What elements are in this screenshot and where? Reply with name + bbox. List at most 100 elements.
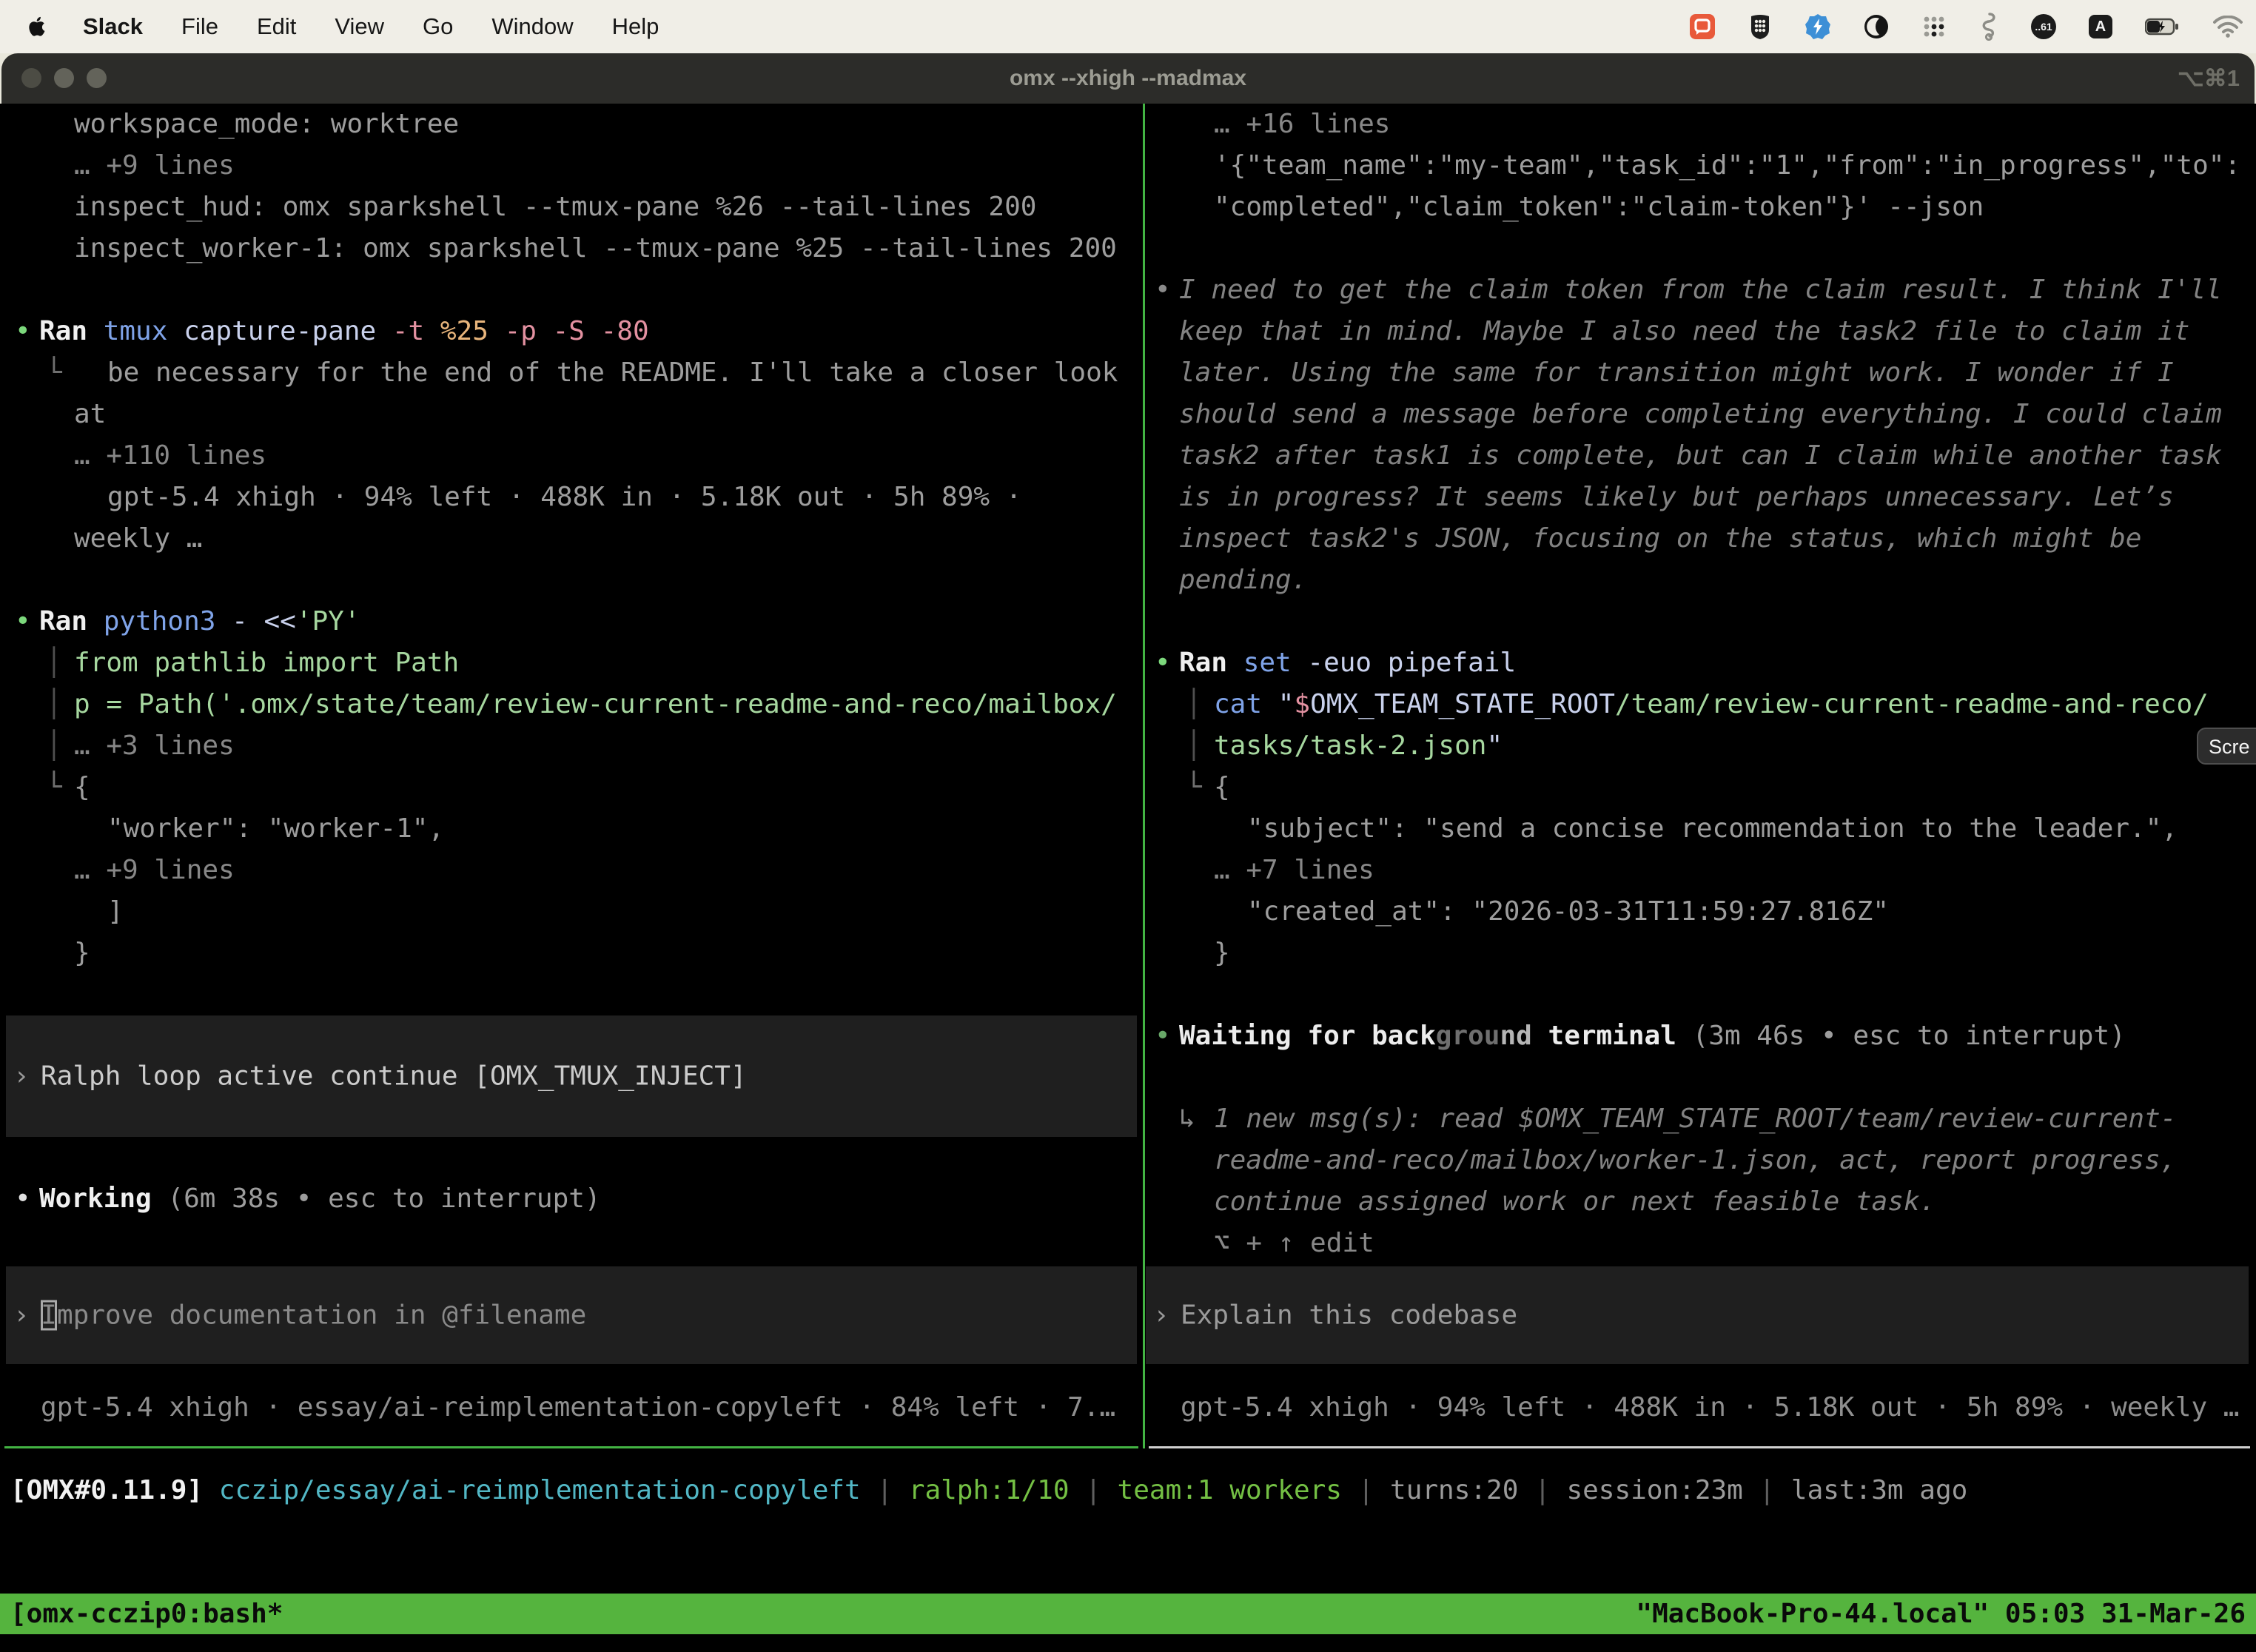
- thinking-line: later. Using the same for transition mig…: [1140, 352, 2256, 394]
- terminal-line: gpt-5.4 xhigh · 94% left · 488K in · 5.1…: [0, 477, 1144, 518]
- terminal-line: … +110 lines: [0, 435, 1144, 477]
- menu-item-view[interactable]: View: [335, 13, 384, 40]
- terminal-line: inspect_worker-1: omx sparkshell --tmux-…: [0, 228, 1144, 269]
- run-bullet-icon: •: [1155, 642, 1171, 684]
- terminal-line: }: [1140, 933, 2256, 974]
- arrow-icon: ↳: [1179, 1098, 1195, 1140]
- timer-badge-icon[interactable]: ..61: [2031, 14, 2056, 39]
- waiting-status-line: • Waiting for background terminal (3m 46…: [1140, 1015, 2256, 1057]
- left-terminal-pane[interactable]: workspace_mode: worktree … +9 lines insp…: [0, 104, 1144, 1448]
- mailbox-message-line: ↳ 1 new msg(s): read $OMX_TEAM_STATE_ROO…: [1140, 1098, 2256, 1140]
- thinking-line: is in progress? It seems likely but perh…: [1140, 477, 2256, 518]
- tree-corner: └: [46, 767, 62, 808]
- window-shortcut-hint: ⌥⌘1: [2178, 53, 2240, 104]
- wifi-icon[interactable]: [2213, 16, 2243, 38]
- thinking-bullet-icon: •: [1155, 269, 1171, 311]
- omx-status-bar: [OMX#0.11.9] cczip/essay/ai-reimplementa…: [0, 1470, 2256, 1511]
- terminal-line: workspace_mode: worktree: [0, 104, 1144, 145]
- tmux-session-name[interactable]: [omx-cczip0:bash*: [10, 1594, 283, 1634]
- squiggle-icon[interactable]: [1979, 13, 1998, 41]
- menu-item-edit[interactable]: Edit: [257, 13, 296, 40]
- menu-item-go[interactable]: Go: [423, 13, 453, 40]
- thinking-line: should send a message before completing …: [1140, 394, 2256, 435]
- thinking-line: • I need to get the claim token from the…: [1140, 269, 2256, 311]
- omx-repo: cczip/essay/ai-reimplementation-copyleft: [219, 1475, 861, 1505]
- run-bullet-icon: •: [15, 601, 31, 642]
- menu-item-help[interactable]: Help: [612, 13, 659, 40]
- edit-hint-line: ⌥ + ↑ edit: [1140, 1223, 2256, 1264]
- dots-grid-icon[interactable]: [1921, 14, 1947, 39]
- tree-pipe: │: [1186, 684, 1202, 725]
- terminal-line: "subject": "send a concise recommendatio…: [1140, 808, 2256, 850]
- terminal-line: │ p = Path('.omx/state/team/review-curre…: [0, 684, 1144, 725]
- battery-icon[interactable]: [2145, 18, 2181, 36]
- prompt-chevron-icon: ›: [13, 1061, 30, 1092]
- terminal-line: └ {: [0, 767, 1144, 808]
- omx-team-counter: team:1 workers: [1118, 1475, 1342, 1505]
- terminal-line: … +9 lines: [0, 850, 1144, 891]
- apple-menu-icon[interactable]: [28, 16, 47, 38]
- terminal-line: }: [0, 933, 1144, 974]
- suggestion-placeholder: Explain this codebase: [1181, 1300, 1517, 1331]
- terminal-line: '{"team_name":"my-team","task_id":"1","f…: [1140, 145, 2256, 187]
- blank-line: [0, 560, 1144, 601]
- status-bullet-icon: •: [15, 1178, 31, 1220]
- terminal-line: │ … +3 lines: [0, 725, 1144, 767]
- command-line: • Ran python3 - <<'PY': [0, 601, 1144, 642]
- screen-overlay-chip[interactable]: Scre: [2197, 728, 2256, 765]
- menu-item-file[interactable]: File: [181, 13, 218, 40]
- bolt-badge-icon[interactable]: [1805, 13, 1831, 40]
- menu-item-window[interactable]: Window: [491, 13, 573, 40]
- tmux-status-bar: [omx-cczip0:bash* "MacBook-Pro-44.local"…: [0, 1594, 2256, 1634]
- mailbox-message-line: continue assigned work or next feasible …: [1140, 1181, 2256, 1223]
- menu-item-slack[interactable]: Slack: [83, 13, 143, 40]
- terminal-line: at: [0, 394, 1144, 435]
- injected-prompt-text: Ralph loop active continue [OMX_TMUX_INJ…: [41, 1061, 747, 1092]
- omx-session: session:23m: [1566, 1475, 1742, 1505]
- tree-pipe: │: [46, 725, 62, 767]
- thinking-line: pending.: [1140, 560, 2256, 601]
- tree-corner: └: [1186, 767, 1202, 808]
- pane-border-inactive: [1149, 1446, 2250, 1448]
- thinking-line: inspect task2's JSON, focusing on the st…: [1140, 518, 2256, 560]
- tmux-host-clock: "MacBook-Pro-44.local" 05:03 31-Mar-26: [1636, 1594, 2246, 1634]
- status-bullet-icon: •: [1155, 1015, 1171, 1057]
- terminal-line: "created_at": "2026-03-31T11:59:27.816Z": [1140, 891, 2256, 933]
- window-title-bar[interactable]: omx --xhigh --madmax ⌥⌘1: [1, 53, 2255, 104]
- omx-turns: turns:20: [1390, 1475, 1518, 1505]
- working-status-line: • Working (6m 38s • esc to interrupt): [0, 1178, 1144, 1220]
- blank-line: [1140, 601, 2256, 642]
- pane-border-active: [4, 1446, 1138, 1448]
- keypad-shield-icon[interactable]: [1748, 13, 1772, 40]
- thinking-line: task2 after task1 is complete, but can I…: [1140, 435, 2256, 477]
- command-line: • Ran set -euo pipefail: [1140, 642, 2256, 684]
- terminal-line: … +16 lines: [1140, 104, 2256, 145]
- blank-line: [1140, 1057, 2256, 1098]
- terminal-line: weekly …: [0, 518, 1144, 560]
- omx-last-activity: last:3m ago: [1791, 1475, 1967, 1505]
- terminal-line: │ cat "$OMX_TEAM_STATE_ROOT/team/review-…: [1140, 684, 2256, 725]
- chat-app-icon[interactable]: [1689, 13, 1716, 40]
- menu-bar-status-icons: ..61 A: [1689, 0, 2243, 53]
- blank-line: [1140, 228, 2256, 269]
- suggestion-input[interactable]: › Explain this codebase: [1146, 1266, 2249, 1364]
- prompt-chevron-icon: ›: [13, 1300, 30, 1331]
- terminal-line: │ from pathlib import Path: [0, 642, 1144, 684]
- composer-placeholder: Improve documentation in @filename: [41, 1300, 586, 1331]
- moon-circle-icon[interactable]: [1864, 14, 1889, 39]
- terminal-line: "completed","claim_token":"claim-token"}…: [1140, 187, 2256, 228]
- omx-ralph-counter: ralph:1/10: [909, 1475, 1070, 1505]
- terminal-line: inspect_hud: omx sparkshell --tmux-pane …: [0, 187, 1144, 228]
- blank-line: [0, 269, 1144, 311]
- composer-input[interactable]: › Improve documentation in @filename: [6, 1266, 1137, 1364]
- command-line: • Ran tmux capture-pane -t %25 -p -S -80: [0, 311, 1144, 352]
- terminal-line: … +7 lines: [1140, 850, 2256, 891]
- prompt-chevron-icon: ›: [1153, 1300, 1169, 1331]
- input-source-icon[interactable]: A: [2089, 15, 2112, 38]
- model-status-line: gpt-5.4 xhigh · essay/ai-reimplementatio…: [41, 1387, 1115, 1428]
- terminal-line: … +9 lines: [0, 145, 1144, 187]
- window-title: omx --xhigh --madmax: [1, 53, 2255, 104]
- injected-prompt-box[interactable]: › Ralph loop active continue [OMX_TMUX_I…: [6, 1015, 1137, 1137]
- right-terminal-pane[interactable]: … +16 lines '{"team_name":"my-team","tas…: [1140, 104, 2256, 1448]
- thinking-line: keep that in mind. Maybe I also need the…: [1140, 311, 2256, 352]
